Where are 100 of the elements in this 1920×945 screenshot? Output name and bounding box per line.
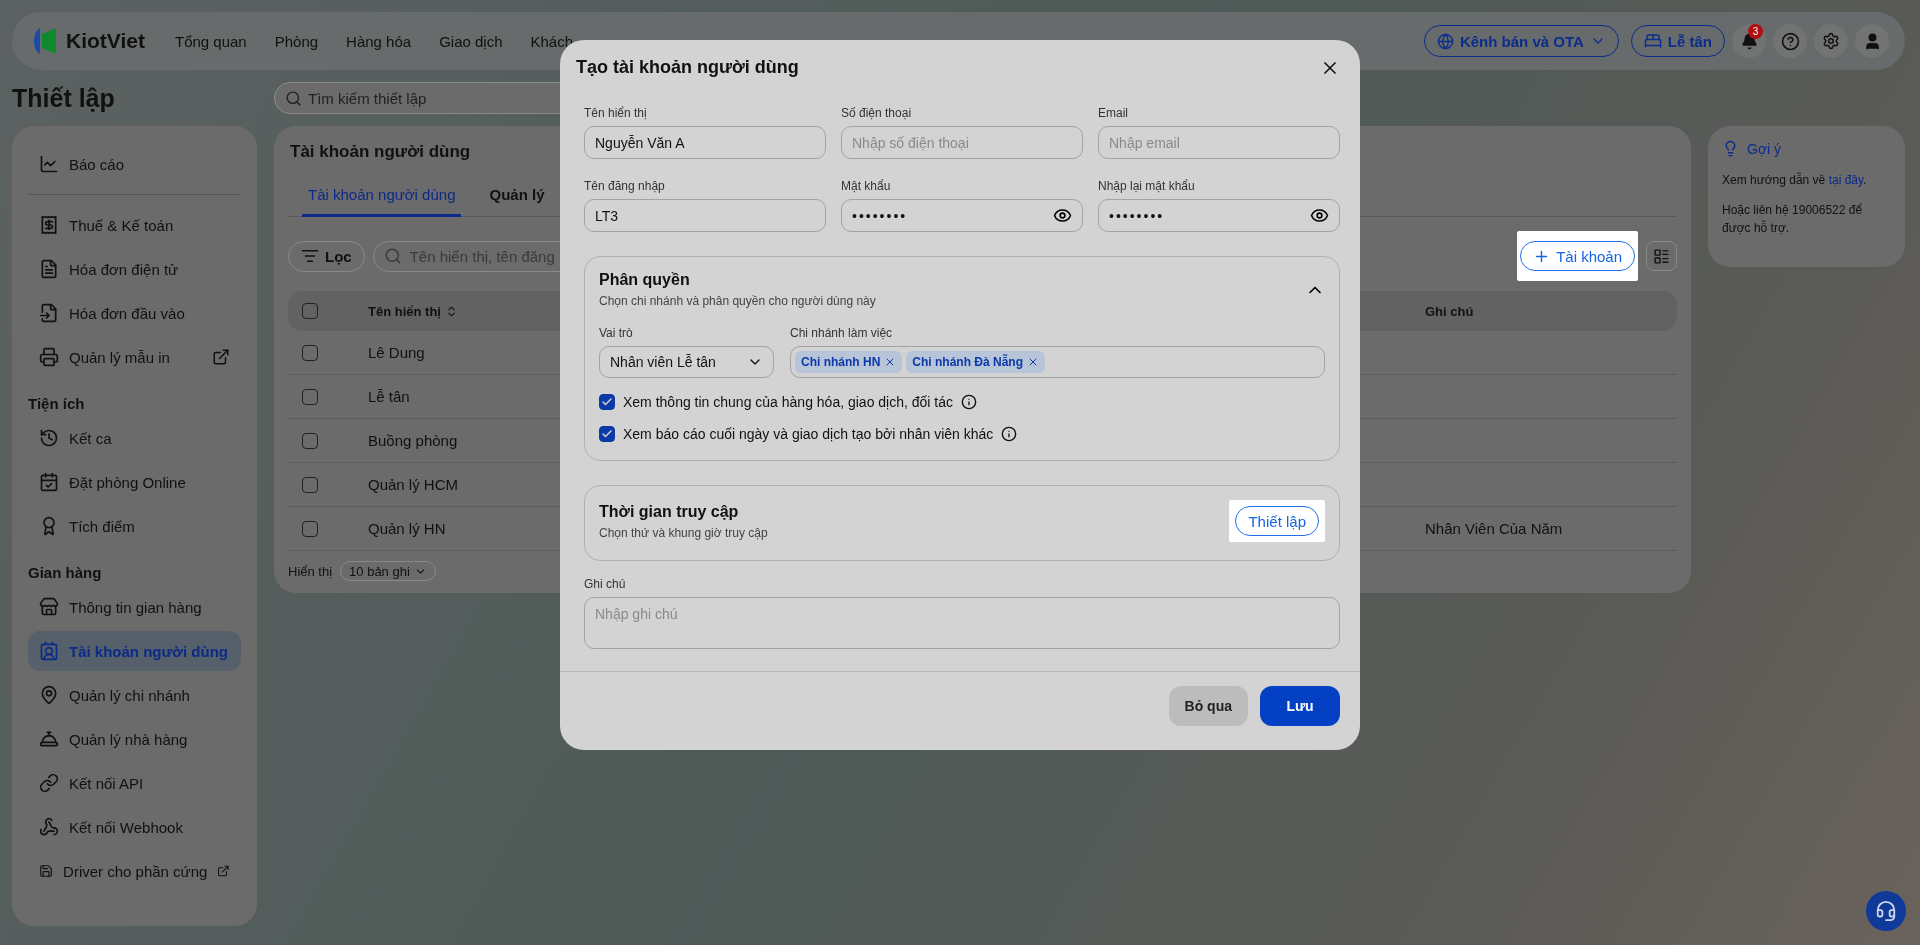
checkbox[interactable] <box>302 344 318 361</box>
save-button[interactable]: Lưu <box>1260 686 1340 726</box>
receipt-icon <box>39 215 59 235</box>
role-select[interactable]: Nhân viên Lễ tân <box>599 346 774 378</box>
input-field[interactable]: Nhập email <box>1098 126 1340 159</box>
nav-item[interactable]: Phòng <box>274 32 319 50</box>
sidebar-item[interactable]: Hóa đơn điện tử <box>28 249 241 289</box>
cancel-button[interactable]: Bỏ qua <box>1168 686 1248 726</box>
logo-text: KiotViet <box>66 29 145 53</box>
support-button[interactable] <box>1866 891 1906 931</box>
eye-icon[interactable] <box>1310 206 1329 225</box>
sidebar-item[interactable]: Quản lý nhà hàng <box>28 719 241 759</box>
option-label: Xem thông tin chung của hàng hóa, giao dịch, đối tác <box>623 394 953 410</box>
bed-icon <box>1643 32 1662 50</box>
table-cell: Buồng phòng <box>368 432 458 449</box>
add-account-button[interactable]: Tài khoản <box>1520 241 1635 271</box>
info-icon <box>1001 426 1018 442</box>
role-value: Nhân viên Lễ tân <box>610 354 716 370</box>
checkbox[interactable] <box>599 426 615 442</box>
sidebar-heading: Gian hàng <box>28 564 103 581</box>
sidebar-item[interactable]: Hóa đơn đầu vào <box>28 293 241 333</box>
account-button[interactable] <box>1855 24 1889 58</box>
nav-item[interactable]: Giao dịch <box>439 32 503 50</box>
sidebar-item[interactable]: Đặt phòng Online <box>28 462 241 502</box>
field-label: Tên đăng nhập <box>584 179 666 193</box>
headset-icon <box>1875 900 1897 922</box>
document-icon <box>39 259 59 279</box>
hint-title: Gợi ý <box>1747 140 1782 157</box>
checkbox[interactable] <box>302 432 318 449</box>
printer-icon <box>39 347 59 367</box>
setup-button[interactable]: Thiết lập <box>1235 506 1319 536</box>
sidebar-item[interactable]: Tích điểm <box>28 506 241 546</box>
field-label: Chi nhánh làm việc <box>790 326 894 340</box>
sidebar-item[interactable]: Quản lý mẫu in <box>28 337 241 377</box>
card-title: Tài khoản người dùng <box>290 142 471 162</box>
table-cell: Nhân Viên Của Năm <box>1425 520 1563 537</box>
checkbox[interactable] <box>302 520 318 537</box>
page-title: Thiết lập <box>12 83 116 114</box>
settings-icon <box>1822 32 1840 50</box>
field-label: Số điện thoại <box>841 106 913 120</box>
password-field[interactable]: •••••••• <box>841 199 1083 232</box>
panel-title: Phân quyền <box>599 271 691 289</box>
sidebar-item[interactable]: Tài khoản người dùng <box>28 631 241 671</box>
panel-subtitle: Chọn thứ và khung giờ truy cập <box>599 525 768 540</box>
check-icon <box>601 396 613 408</box>
sidebar-item[interactable]: Thông tin gian hàng <box>28 587 241 627</box>
option-label: Xem báo cáo cuối ngày và giao dịch tạo bởi nhân viên khác <box>623 426 994 442</box>
calendar-icon <box>39 472 59 492</box>
file-import-icon <box>39 303 59 323</box>
field-label: Nhập lại mật khẩu <box>1098 179 1196 193</box>
chart-icon <box>39 154 59 174</box>
sidebar-item[interactable]: Kết ca <box>28 418 241 458</box>
checkbox[interactable] <box>599 394 615 410</box>
input-field[interactable]: Nhập số điện thoại <box>841 126 1083 159</box>
note-field[interactable]: Nhập ghi chú <box>584 597 1340 649</box>
remove-icon[interactable] <box>1027 356 1039 368</box>
globe-icon <box>1436 32 1454 50</box>
checkbox[interactable] <box>302 303 318 319</box>
settings-button[interactable] <box>1814 24 1848 58</box>
input-field[interactable]: LT3 <box>584 199 826 232</box>
tab[interactable]: Tài khoản người dùng <box>302 178 462 217</box>
nav-item[interactable]: Hàng hóa <box>346 32 412 50</box>
nav-item[interactable]: Khách <box>530 32 574 50</box>
table-cell: Lê Dung <box>368 344 425 361</box>
password-field[interactable]: •••••••• <box>1098 199 1340 232</box>
nav-item[interactable]: Tổng quan <box>174 32 247 50</box>
dialog-title: Tạo tài khoản người dùng <box>576 57 799 78</box>
field-label: Email <box>1098 106 1129 120</box>
input-field[interactable]: Nguyễn Văn A <box>584 126 826 159</box>
help-icon <box>1780 31 1800 51</box>
panel-title: Thời gian truy cập <box>599 502 740 521</box>
user-card-icon <box>39 641 59 661</box>
link-icon <box>39 773 59 793</box>
map-pin-icon <box>39 685 59 705</box>
store-icon <box>39 597 59 617</box>
branch-tag: Chi nhánh Đà Nẵng <box>906 351 1045 373</box>
info-icon <box>961 394 977 410</box>
sidebar-item[interactable]: Quản lý chi nhánh <box>28 675 241 715</box>
sidebar-item[interactable]: Thuế & Kế toán <box>28 205 241 245</box>
sidebar-item[interactable]: Báo cáo <box>28 144 241 184</box>
checkbox[interactable] <box>302 476 318 493</box>
table-cell: Lễ tân <box>368 388 410 405</box>
sidebar-item[interactable]: Kết nối Webhook <box>28 807 241 847</box>
sidebar-item[interactable]: Driver cho phần cứng <box>28 851 241 891</box>
history-icon <box>39 428 59 448</box>
table-cell: Quản lý HCM <box>368 476 459 493</box>
sidebar-item[interactable]: Kết nối API <box>28 763 241 803</box>
checkbox[interactable] <box>302 388 318 405</box>
tab[interactable]: Quản lý <box>483 178 551 217</box>
eye-icon[interactable] <box>1053 206 1072 225</box>
branch-tag: Chi nhánh HN <box>795 351 903 373</box>
webhook-icon <box>39 817 59 837</box>
column-settings-button[interactable] <box>1646 241 1677 271</box>
notification-badge: 3 <box>1748 24 1763 39</box>
field-label: Mật khẩu <box>841 179 892 193</box>
page-size-label: Hiển thị <box>288 563 333 579</box>
branch-select[interactable]: Chi nhánh HN Chi nhánh Đà Nẵng <box>790 346 1325 378</box>
help-button[interactable] <box>1773 24 1807 58</box>
search-icon <box>285 89 302 107</box>
notification-button[interactable]: 3 <box>1732 24 1766 58</box>
